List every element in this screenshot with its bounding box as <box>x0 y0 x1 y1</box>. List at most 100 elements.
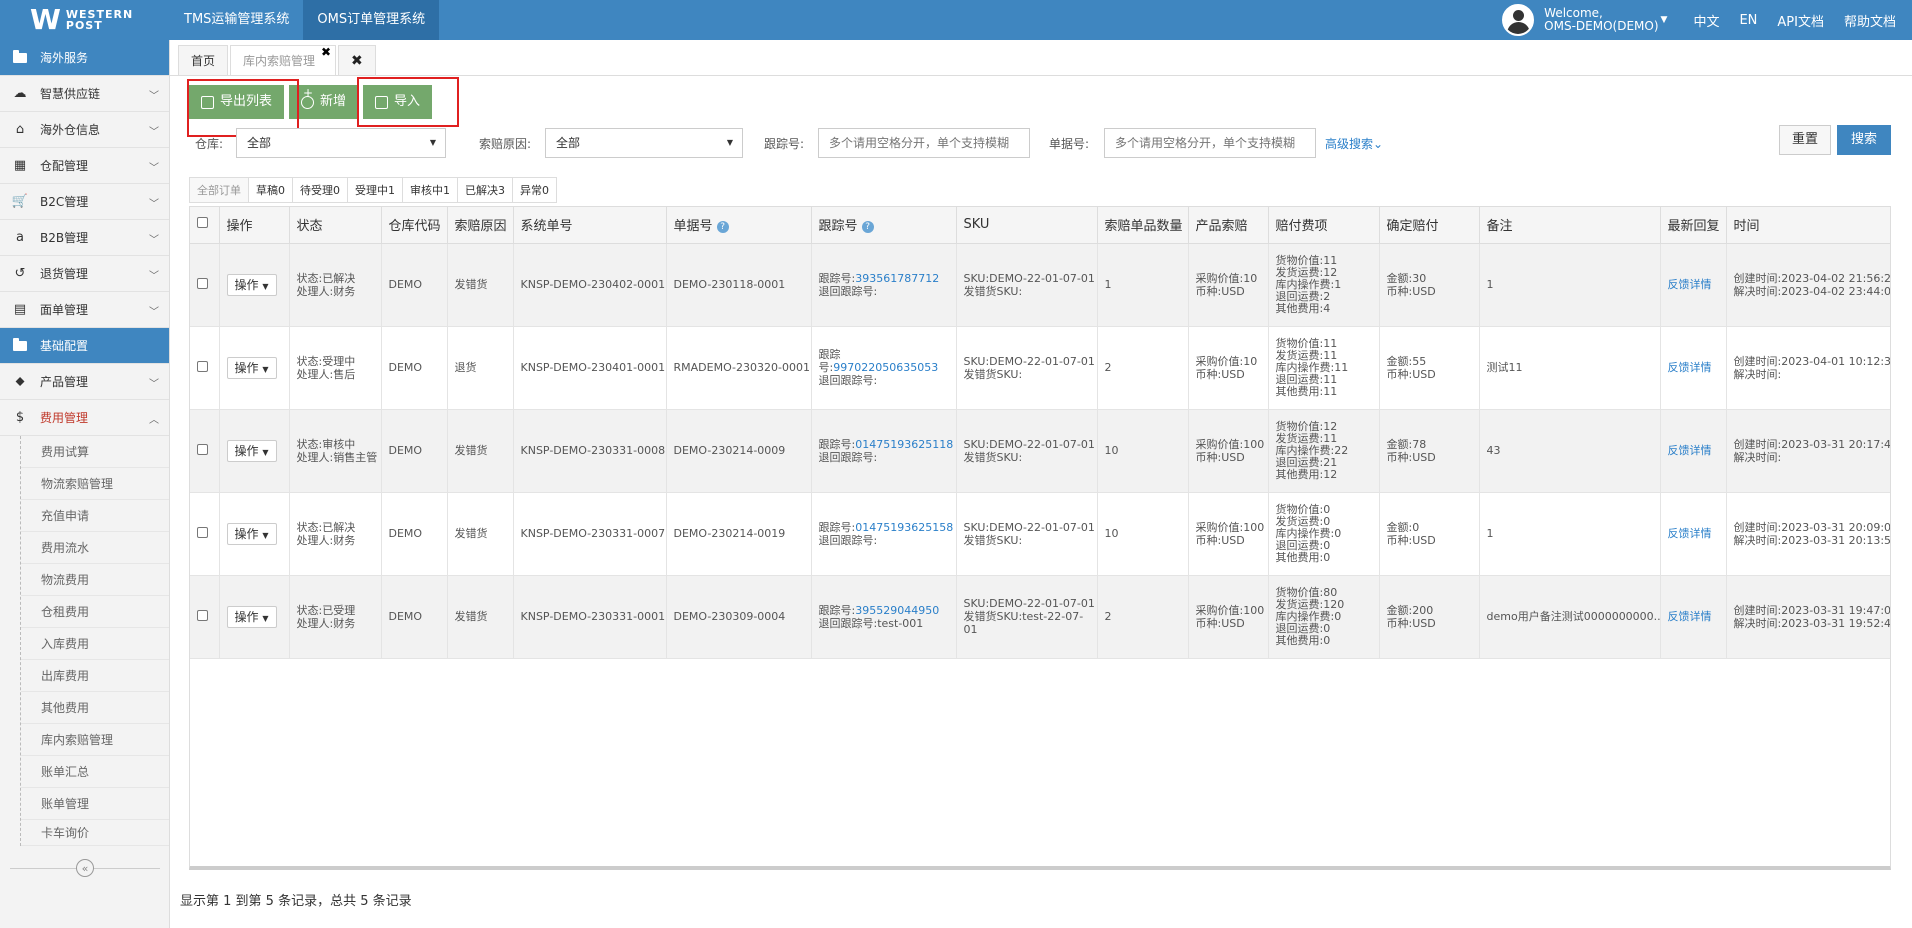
tracking-link[interactable]: 395529044950 <box>855 604 939 617</box>
amount-text: 金额:200 <box>1386 603 1434 617</box>
reply-detail-link[interactable]: 反馈详情 <box>1668 610 1712 623</box>
sidebar-item-fees[interactable]: $ 费用管理 ︿ <box>0 400 169 436</box>
submenu-item[interactable]: 其他费用 <box>21 692 169 724</box>
lang-en-link[interactable]: EN <box>1739 13 1757 28</box>
folder-icon <box>12 49 28 66</box>
reply-detail-link[interactable]: 反馈详情 <box>1668 527 1712 540</box>
amount-text: 金额:30 <box>1386 271 1427 285</box>
order-no-input[interactable] <box>1104 128 1316 158</box>
sidebar-item-labels[interactable]: ▤ 面单管理 ﹀ <box>0 292 169 328</box>
tab-pending[interactable]: 待受理0 <box>292 177 347 203</box>
submenu-item[interactable]: 充值申请 <box>21 500 169 532</box>
sku-text: SKU:DEMO-22-01-07-01 <box>963 520 1095 534</box>
tab-claims[interactable]: 库内索赔管理 ✖ <box>230 45 337 75</box>
tracking-cell: 跟踪号:997022050635053 退回跟踪号: <box>811 326 957 410</box>
search-button[interactable]: 搜索 <box>1837 125 1891 155</box>
row-select-cell <box>190 575 220 659</box>
nav-tms[interactable]: TMS运输管理系统 <box>170 0 303 40</box>
tab-resolved[interactable]: 已解决3 <box>457 177 512 203</box>
fee-line: 货物价值:11 <box>1275 253 1338 267</box>
reply-detail-link[interactable]: 反馈详情 <box>1668 278 1712 291</box>
reply-cell: 反馈详情 <box>1660 326 1727 410</box>
add-button[interactable]: 新增 <box>289 85 359 119</box>
handler-text: 处理人:财务 <box>296 284 356 298</box>
sidebar-item-returns[interactable]: ↺ 退货管理 ﹀ <box>0 256 169 292</box>
tracking-link[interactable]: 997022050635053 <box>833 361 938 374</box>
collapse-icon[interactable]: « <box>76 859 94 877</box>
sidebar-item-warehouse-info[interactable]: ⌂ 海外仓信息 ﹀ <box>0 112 169 148</box>
caret-down-icon: ▼ <box>262 447 269 457</box>
tracking-input[interactable] <box>818 128 1030 158</box>
reply-detail-link[interactable]: 反馈详情 <box>1668 361 1712 374</box>
row-checkbox[interactable] <box>197 609 208 621</box>
tracking-link[interactable]: 393561787712 <box>855 272 939 285</box>
row-action-button[interactable]: 操作 ▼ <box>226 605 277 628</box>
avatar[interactable] <box>1502 4 1535 36</box>
row-action-button[interactable]: 操作 ▼ <box>226 273 277 296</box>
row-checkbox[interactable] <box>197 360 208 372</box>
help-icon[interactable]: ? <box>861 220 874 233</box>
submenu-item[interactable]: 费用流水 <box>21 532 169 564</box>
warehouse-select[interactable]: 全部 ▼ <box>236 128 446 158</box>
chevron-down-icon: ﹀ <box>149 163 159 174</box>
sidebar-item-b2b[interactable]: a B2B管理 ﹀ <box>0 220 169 256</box>
order-no-label: 单据号: <box>1049 137 1090 151</box>
tab-draft[interactable]: 草稿0 <box>248 177 292 203</box>
submenu-item[interactable]: 库内索赔管理 <box>21 724 169 756</box>
tab-all-orders[interactable]: 全部订单 <box>189 177 248 203</box>
tracking-label: 跟踪号: <box>764 137 805 151</box>
qty-cell: 1 <box>1097 243 1189 327</box>
select-all-checkbox[interactable] <box>197 217 208 229</box>
user-menu[interactable]: Welcome, OMS-DEMO(DEMO) <box>1544 7 1658 33</box>
submenu-item[interactable]: 物流费用 <box>21 564 169 596</box>
submenu-item[interactable]: 仓租费用 <box>21 596 169 628</box>
submenu-item[interactable]: 入库费用 <box>21 628 169 660</box>
sidebar-item-supply-chain[interactable]: ☁ 智慧供应链 ﹀ <box>0 76 169 112</box>
submenu-item[interactable]: 账单管理 <box>21 788 169 820</box>
sidebar-item-fulfillment[interactable]: ▦ 仓配管理 ﹀ <box>0 148 169 184</box>
submenu-item[interactable]: 账单汇总 <box>21 756 169 788</box>
action-cell: 操作 ▼ <box>219 326 290 410</box>
reply-detail-link[interactable]: 反馈详情 <box>1668 444 1712 457</box>
user-caret-icon[interactable]: ▼ <box>1661 15 1668 25</box>
sidebar-section-basic-config[interactable]: 基础配置 <box>0 328 169 364</box>
column-header: SKU <box>956 207 1098 244</box>
product-claim-cell: 采购价值:10 币种:USD <box>1188 326 1269 410</box>
lang-zh-link[interactable]: 中文 <box>1693 11 1719 30</box>
time-cell: 创建时间:2023-03-31 20:09:08 解决时间:2023-03-31 … <box>1726 492 1890 576</box>
reason-select[interactable]: 全部 ▼ <box>545 128 743 158</box>
reset-button[interactable]: 重置 <box>1779 125 1831 155</box>
nav-oms[interactable]: OMS订单管理系统 <box>303 0 440 40</box>
submenu-item[interactable]: 卡车询价 <box>21 820 169 846</box>
submenu-item[interactable]: 费用试算 <box>21 436 169 468</box>
tab-exception[interactable]: 异常0 <box>512 177 557 203</box>
close-icon[interactable]: ✖ <box>321 37 331 67</box>
tracking-link[interactable]: 01475193625158 <box>855 521 953 534</box>
row-checkbox[interactable] <box>197 443 208 455</box>
sidebar-item-products[interactable]: ⬥ 产品管理 ﹀ <box>0 364 169 400</box>
row-action-button[interactable]: 操作 ▼ <box>226 439 277 462</box>
warehouse-cell: DEMO <box>381 492 448 576</box>
tab-reviewing[interactable]: 审核中1 <box>402 177 457 203</box>
currency-text: 币种:USD <box>1195 450 1245 464</box>
sidebar-item-b2c[interactable]: 🛒 B2C管理 ﹀ <box>0 184 169 220</box>
row-select-cell <box>190 409 220 493</box>
tab-processing[interactable]: 受理中1 <box>347 177 402 203</box>
fee-line: 库内操作费:0 <box>1275 526 1342 540</box>
help-docs-link[interactable]: 帮助文档 <box>1844 11 1896 30</box>
tab-home[interactable]: 首页 <box>178 45 229 75</box>
return-tracking: 退回跟踪号:test-001 <box>818 616 924 630</box>
row-action-button[interactable]: 操作 ▼ <box>226 522 277 545</box>
row-action-button[interactable]: 操作 ▼ <box>226 356 277 379</box>
advanced-search-link[interactable]: 高级搜索⌄ <box>1325 135 1383 152</box>
tracking-link[interactable]: 01475193625118 <box>855 438 953 451</box>
submenu-item[interactable]: 出库费用 <box>21 660 169 692</box>
api-docs-link[interactable]: API文档 <box>1777 11 1824 30</box>
row-checkbox[interactable] <box>197 277 208 289</box>
close-all-tabs-button[interactable]: ✖ <box>338 45 376 75</box>
purchase-value: 采购价值:10 <box>1195 354 1258 368</box>
sidebar-section-overseas[interactable]: 海外服务 <box>0 40 169 76</box>
help-icon[interactable]: ? <box>716 220 729 233</box>
submenu-item[interactable]: 物流索赔管理 <box>21 468 169 500</box>
row-checkbox[interactable] <box>197 526 208 538</box>
